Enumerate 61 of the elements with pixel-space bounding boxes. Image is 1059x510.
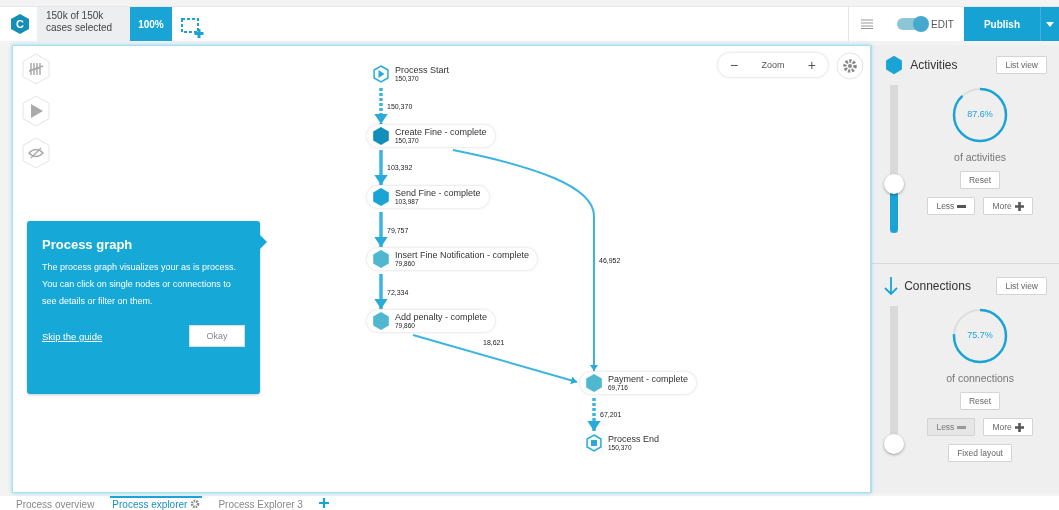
slider-thumb[interactable] [884, 174, 905, 195]
edit-toggle[interactable] [897, 18, 928, 30]
logo: C [11, 14, 29, 34]
slider-thumb[interactable] [884, 433, 905, 454]
view-tab[interactable]: Process Explorer 3 [216, 496, 305, 510]
more-button[interactable]: More [983, 418, 1033, 436]
connection-arrow[interactable] [374, 88, 388, 124]
list-view-button[interactable]: List view [996, 56, 1047, 74]
play-hexagon-icon[interactable] [21, 95, 51, 127]
activity-name: Add penalty - complete [395, 312, 488, 322]
reset-button[interactable]: Reset [959, 392, 1001, 410]
more-button[interactable]: More [983, 197, 1033, 215]
connection-arrow[interactable] [412, 334, 578, 385]
less-button[interactable]: Less [927, 197, 976, 215]
zoom-label: Zoom [761, 60, 785, 70]
guide-text: The process graph visualizes your as is process. You can click on single nodes or connections to see details or filter on them. [42, 261, 238, 308]
percent-value: 87.6% [966, 109, 994, 119]
activity-name: Process Start [395, 65, 450, 75]
connection-arrow[interactable] [374, 274, 388, 309]
connection-arrow[interactable] [587, 398, 601, 431]
activity-name: Insert Fine Notification - complete [395, 250, 530, 260]
section-title: Activities [910, 58, 959, 72]
stop-hexagon-icon [585, 434, 603, 452]
down-arrow-icon [884, 276, 899, 296]
guide-title: Process graph [42, 237, 134, 252]
ring-caption: of activities [954, 151, 1007, 163]
play-hexagon-icon [372, 65, 390, 83]
zoom-out-button[interactable]: − [726, 57, 743, 73]
menu-icon[interactable] [861, 19, 874, 29]
ring-caption: of connections [946, 372, 1014, 384]
connection-arrow[interactable] [374, 212, 388, 247]
activity-name: Payment - complete [608, 374, 689, 384]
selection-summary: 150k of 150k cases selected [37, 7, 131, 41]
hide-eye-hexagon-icon[interactable] [21, 137, 51, 169]
percent-value: 75.7% [966, 330, 994, 340]
activity-name: Send Fine - complete [395, 188, 481, 198]
tally-hexagon-icon[interactable] [21, 53, 51, 85]
section-title: Connections [904, 279, 972, 293]
activity-name: Create Fine - complete [395, 127, 487, 137]
fixed-layout-button[interactable]: Fixed layout [948, 444, 1012, 462]
minus-icon [957, 425, 967, 429]
publish-dropdown-button[interactable] [1040, 7, 1059, 41]
add-tab-icon[interactable] [318, 498, 329, 508]
edit-label: EDIT [931, 18, 954, 30]
caret-icon [1046, 21, 1054, 27]
minus-icon [957, 204, 967, 208]
gear-icon [190, 499, 201, 509]
selection-percent-badge: 100% [130, 7, 172, 41]
reset-button[interactable]: Reset [959, 171, 1001, 189]
activity-name: Process End [608, 434, 660, 444]
add-selection-icon[interactable] [180, 18, 205, 38]
list-view-button[interactable]: List view [996, 277, 1047, 295]
plus-icon [1014, 422, 1024, 432]
okay-button[interactable]: Okay [189, 325, 245, 347]
plus-icon [1014, 201, 1024, 211]
connection-arrow[interactable] [374, 150, 388, 185]
hexagon-icon [884, 55, 905, 75]
view-tab[interactable]: Process overview [14, 496, 97, 510]
view-tab[interactable]: Process explorer [110, 496, 203, 510]
zoom-in-button[interactable]: + [803, 57, 820, 73]
settings-icon[interactable] [836, 52, 864, 80]
